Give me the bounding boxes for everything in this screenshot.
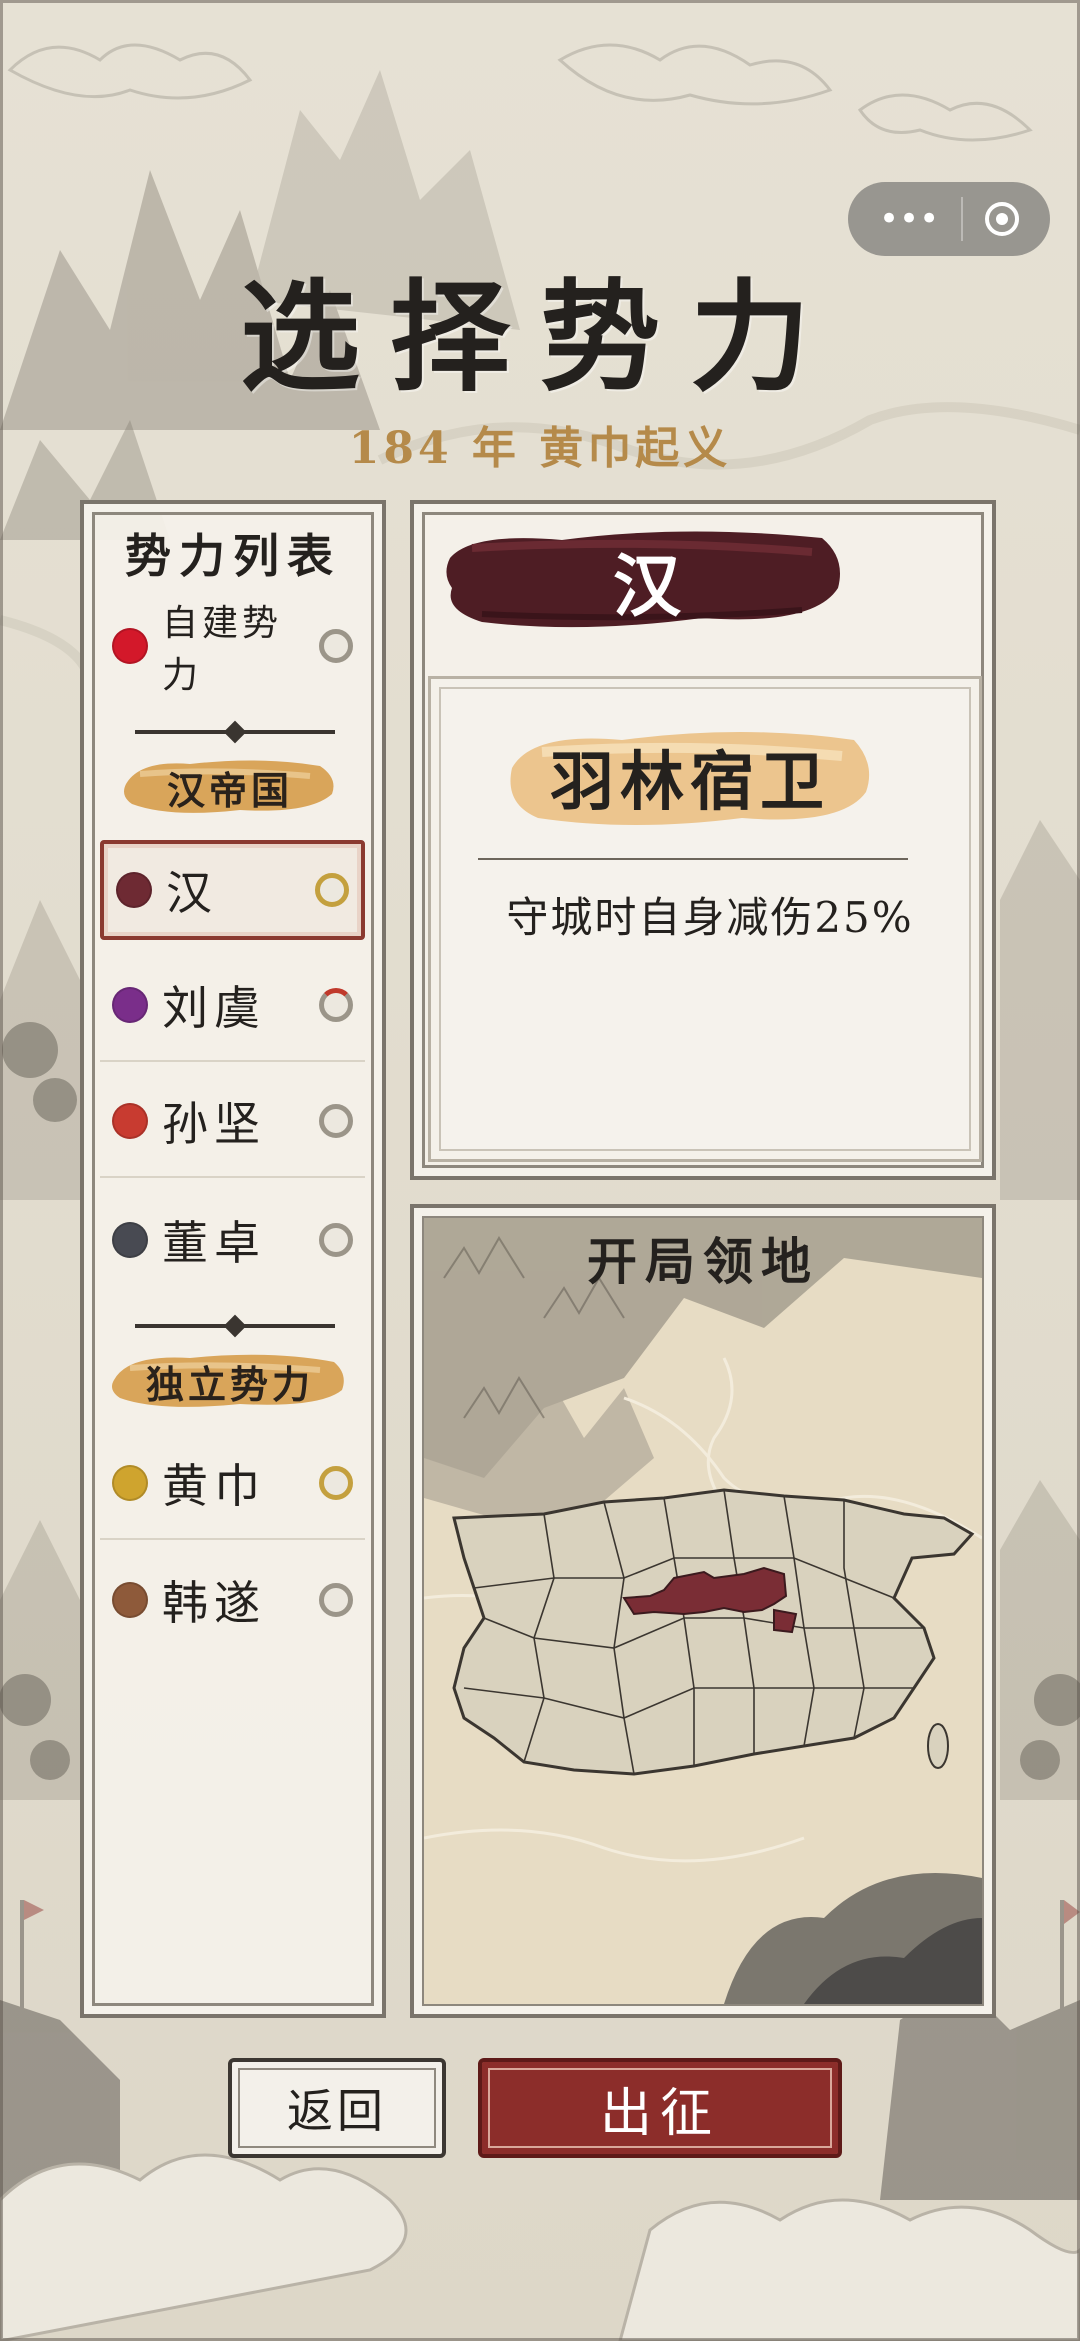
group-banner-han-empire: 汉帝国 (120, 754, 340, 820)
radio-icon[interactable] (319, 1223, 353, 1257)
group-banner-independent: 独立势力 (110, 1348, 350, 1414)
radio-icon[interactable] (319, 1466, 353, 1500)
faction-label: 董卓 (162, 1216, 266, 1270)
faction-label: 汉 (166, 866, 218, 920)
trait-description: 守城时自身减伤25% (506, 893, 914, 942)
faction-color-dot (112, 628, 148, 664)
faction-item-yellow-turban[interactable]: 黄巾 (100, 1428, 365, 1540)
faction-item-sun-jian[interactable]: 孙坚 (100, 1066, 365, 1178)
territory-map (424, 1218, 982, 2004)
faction-label: 黄巾 (162, 1459, 266, 1513)
section-divider (135, 730, 335, 734)
radio-selected-icon[interactable] (315, 873, 349, 907)
faction-item-han-sui[interactable]: 韩遂 (100, 1544, 365, 1656)
faction-label: 自建势力 (162, 603, 283, 696)
radio-icon[interactable] (319, 629, 353, 663)
march-button[interactable]: 出征 (478, 2058, 842, 2158)
faction-color-dot (112, 1222, 148, 1258)
faction-color-dot (112, 1582, 148, 1618)
capsule-separator (961, 197, 964, 241)
faction-item-custom[interactable]: 自建势力 (100, 590, 365, 702)
trait-divider (478, 858, 908, 860)
faction-color-dot (112, 1465, 148, 1501)
faction-label: 刘虞 (162, 981, 266, 1035)
radio-icon[interactable] (319, 988, 353, 1022)
map-title: 开局领地 (587, 1232, 819, 1291)
faction-item-dong-zhuo[interactable]: 董卓 (100, 1184, 365, 1296)
faction-list-title: 势力列表 (125, 529, 341, 583)
section-divider (135, 1324, 335, 1328)
page-title: 选择势力 (240, 267, 840, 408)
faction-color-dot (116, 872, 152, 908)
faction-name-banner: 汉 (442, 518, 852, 642)
faction-name: 汉 (612, 546, 681, 627)
faction-color-dot (112, 987, 148, 1023)
radio-icon[interactable] (319, 1583, 353, 1617)
group-label: 汉帝国 (166, 767, 293, 813)
trait-banner: 羽林宿卫 (502, 718, 878, 836)
trait-name: 羽林宿卫 (550, 745, 830, 820)
faction-item-liu-yu[interactable]: 刘虞 (100, 950, 365, 1062)
record-circle-icon[interactable] (985, 202, 1020, 236)
faction-item-han[interactable]: 汉 (100, 840, 365, 940)
back-button[interactable]: 返回 (228, 2058, 446, 2158)
scenario-subtitle: 184 年 黄巾起义 (348, 423, 732, 474)
faction-label: 孙坚 (162, 1097, 266, 1151)
more-dots-icon[interactable]: ••• (879, 202, 939, 236)
faction-color-dot (112, 1103, 148, 1139)
faction-label: 韩遂 (162, 1576, 266, 1630)
group-label: 独立势力 (145, 1361, 314, 1407)
radio-icon[interactable] (319, 1104, 353, 1138)
